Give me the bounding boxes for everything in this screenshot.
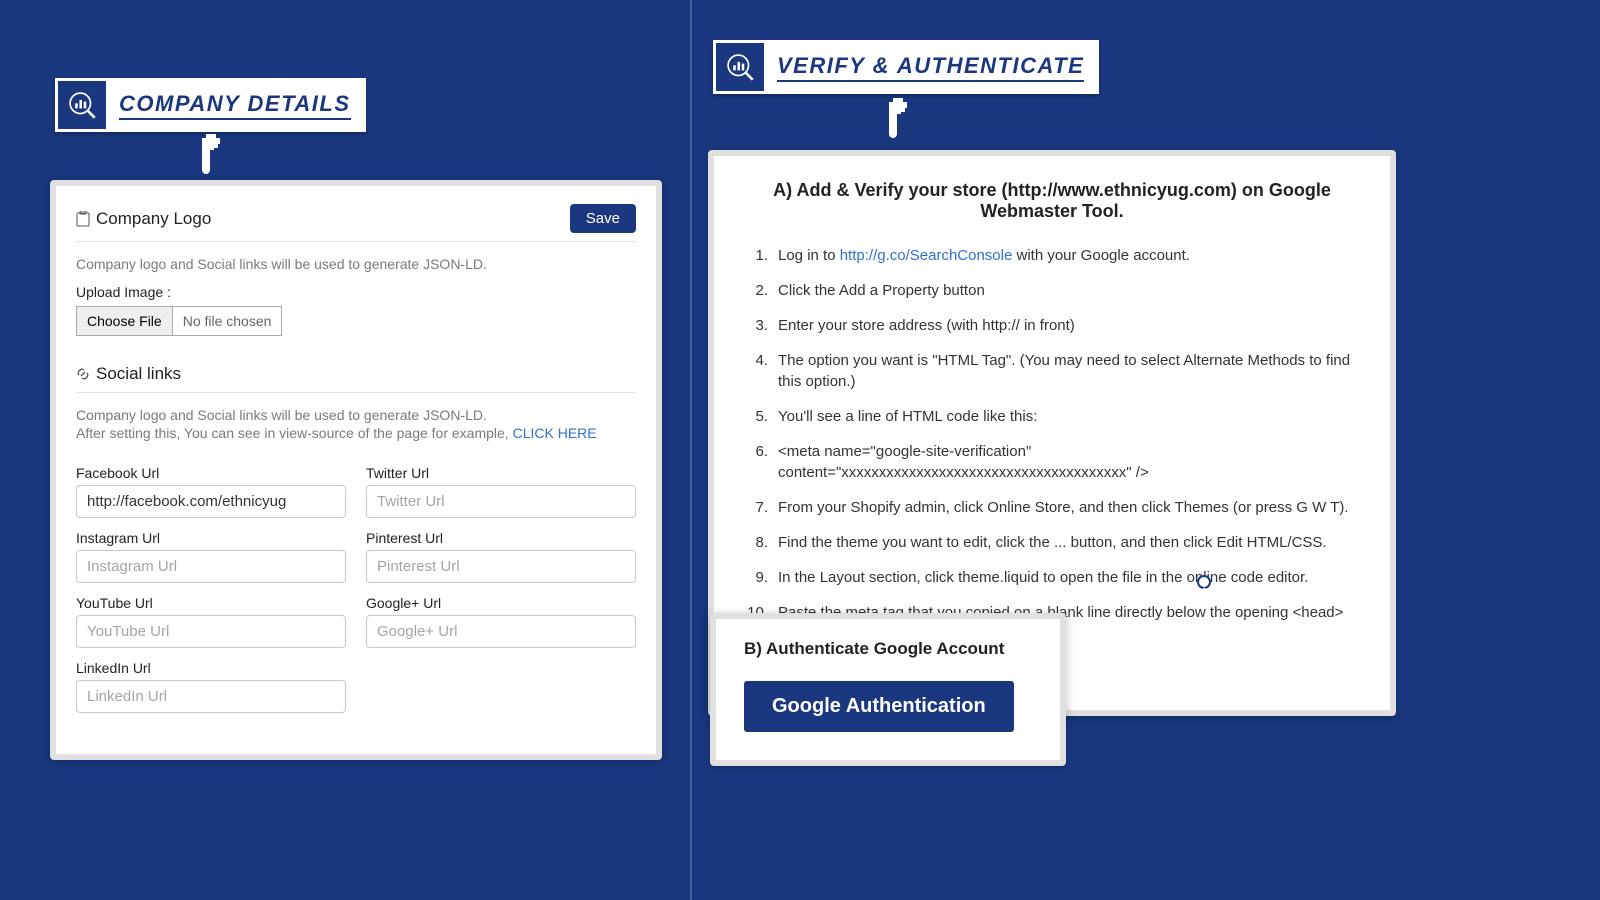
pinterest-label: Pinterest Url — [366, 530, 636, 546]
file-input[interactable]: Choose File No file chosen — [76, 306, 282, 336]
google-authentication-button[interactable]: Google Authentication — [744, 681, 1014, 732]
file-status-text: No file chosen — [173, 307, 282, 335]
company-logo-title: Company Logo — [76, 209, 211, 229]
chart-magnify-icon — [716, 43, 764, 91]
company-details-card: Company Logo Save Company logo and Socia… — [50, 180, 662, 760]
list-item: Find the theme you want to edit, click t… — [742, 525, 1362, 560]
divider — [76, 241, 636, 242]
social-helper-text-1: Company logo and Social links will be us… — [76, 407, 636, 423]
googleplus-label: Google+ Url — [366, 595, 636, 611]
banner-title: COMPANY DETAILS — [119, 91, 351, 120]
pointing-hand-down-icon — [875, 94, 915, 134]
twitter-input[interactable] — [366, 485, 636, 518]
link-icon — [76, 367, 90, 381]
linkedin-input[interactable] — [76, 680, 346, 713]
googleplus-input[interactable] — [366, 615, 636, 648]
social-helper-text-2: After setting this, You can see in view-… — [76, 425, 636, 441]
twitter-label: Twitter Url — [366, 465, 636, 481]
social-fields-grid: Facebook Url Twitter Url Instagram Url P… — [76, 453, 636, 713]
youtube-label: YouTube Url — [76, 595, 346, 611]
curved-arrow-icon — [1060, 582, 1240, 722]
authenticate-card: B) Authenticate Google Account Google Au… — [710, 613, 1066, 766]
company-details-banner: COMPANY DETAILS — [55, 78, 366, 132]
verify-authenticate-banner: VERIFY & AUTHENTICATE — [713, 40, 1099, 94]
chart-magnify-icon — [58, 81, 106, 129]
facebook-label: Facebook Url — [76, 465, 346, 481]
list-item: Log in to http://g.co/SearchConsole with… — [742, 238, 1362, 273]
upload-image-label: Upload Image : — [76, 284, 636, 300]
click-here-link[interactable]: CLICK HERE — [513, 425, 597, 441]
divider — [76, 392, 636, 393]
instagram-label: Instagram Url — [76, 530, 346, 546]
list-item: Click the Add a Property button — [742, 273, 1362, 308]
linkedin-label: LinkedIn Url — [76, 660, 346, 676]
list-item: In the Layout section, click theme.liqui… — [742, 560, 1362, 595]
youtube-input[interactable] — [76, 615, 346, 648]
logo-helper-text: Company logo and Social links will be us… — [76, 256, 636, 272]
save-button[interactable]: Save — [570, 204, 636, 233]
clipboard-icon — [76, 211, 90, 227]
authenticate-title: B) Authenticate Google Account — [744, 639, 1032, 659]
verify-store-title: A) Add & Verify your store (http://www.e… — [742, 180, 1362, 222]
list-item: From your Shopify admin, click Online St… — [742, 490, 1362, 525]
list-item: The option you want is "HTML Tag". (You … — [742, 343, 1362, 399]
instagram-input[interactable] — [76, 550, 346, 583]
choose-file-button[interactable]: Choose File — [77, 307, 173, 335]
facebook-input[interactable] — [76, 485, 346, 518]
list-item: You'll see a line of HTML code like this… — [742, 399, 1362, 434]
banner-title: VERIFY & AUTHENTICATE — [777, 53, 1084, 82]
list-item: <meta name="google-site-verification" co… — [742, 434, 1362, 490]
vertical-divider — [690, 0, 692, 900]
search-console-link[interactable]: http://g.co/SearchConsole — [840, 247, 1013, 264]
pinterest-input[interactable] — [366, 550, 636, 583]
pointing-hand-down-icon — [188, 130, 228, 170]
social-links-title: Social links — [76, 364, 636, 384]
list-item: Enter your store address (with http:// i… — [742, 308, 1362, 343]
